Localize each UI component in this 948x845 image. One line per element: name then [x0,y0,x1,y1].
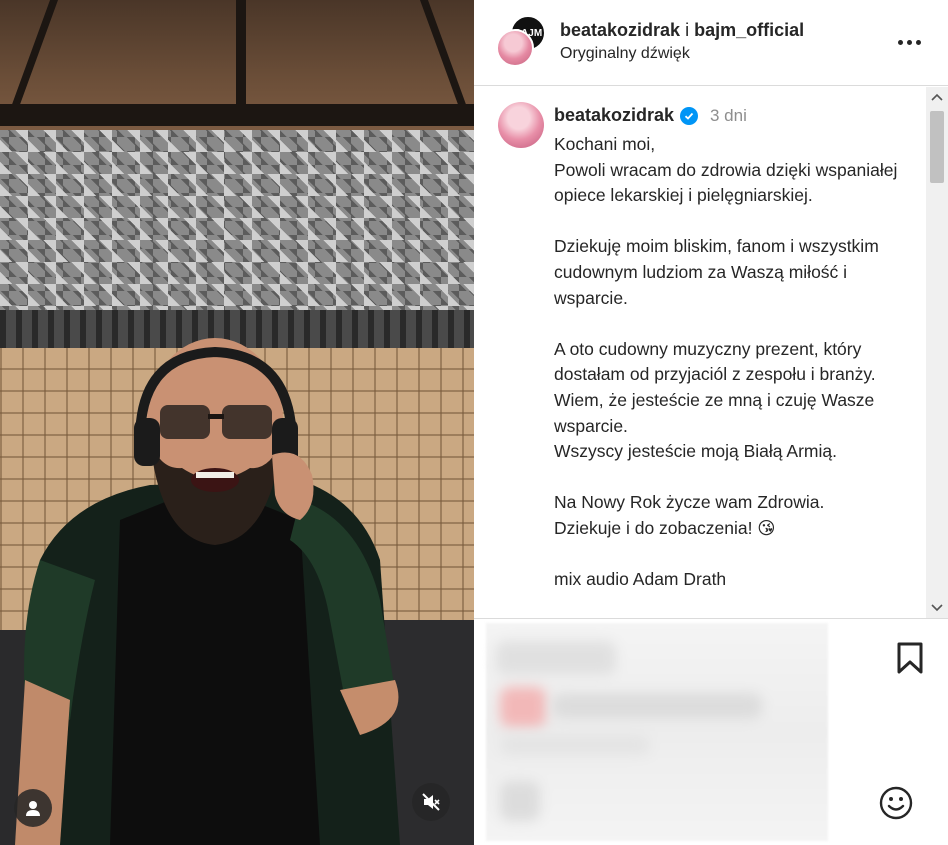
post-timestamp[interactable]: 3 dni [710,106,747,126]
muted-speaker-icon [422,793,440,811]
more-dots-icon [897,39,921,45]
caption-text: Kochani moi, Powoli wracam do zdrowia dz… [554,134,898,590]
blurred-action-icons [496,641,616,675]
author-link-primary[interactable]: beatakozidrak [560,20,680,40]
beatakozidrak-avatar [496,29,534,67]
caption-author-avatar[interactable] [498,102,544,148]
collab-avatars[interactable]: BAJM [496,15,552,71]
scroll-down-button[interactable] [926,598,948,618]
singer-figure [15,338,400,845]
blurred-emoji [500,781,540,821]
video-player[interactable] [0,0,474,845]
author-connector: i [680,20,695,40]
blurred-likes-text [552,693,762,719]
caption-scrollbar[interactable] [926,87,948,618]
caption-author-username[interactable]: beatakozidrak [554,105,674,126]
post-side-panel: BAJM beatakozidrak i bajm_official Orygi… [474,0,948,845]
blurred-date-text [500,735,650,755]
bookmark-icon [897,642,923,674]
mute-toggle-button[interactable] [412,783,450,821]
author-names: beatakozidrak i bajm_official [560,20,804,41]
blurred-actions-region [486,623,828,841]
caption-scroll-area[interactable]: beatakozidrak 3 dni Kochani moi, Powoli … [474,87,948,618]
tagged-users-button[interactable] [14,789,52,827]
scroll-up-button[interactable] [926,87,948,107]
author-link-secondary[interactable]: bajm_official [694,20,804,40]
blurred-avatar [500,687,546,727]
user-icon [26,801,40,816]
chevron-up-icon [931,93,943,101]
verified-badge-icon [680,107,698,125]
post-header: BAJM beatakozidrak i bajm_official Orygi… [474,0,948,86]
more-options-button[interactable] [890,28,928,56]
emoji-picker-button[interactable] [878,785,914,821]
emoji-smile-icon [879,786,913,820]
post-actions-area [474,618,948,845]
scrollbar-thumb[interactable] [930,111,944,183]
original-audio-link[interactable]: Oryginalny dźwięk [560,45,690,63]
chevron-down-icon [931,604,943,612]
save-post-button[interactable] [894,641,926,675]
